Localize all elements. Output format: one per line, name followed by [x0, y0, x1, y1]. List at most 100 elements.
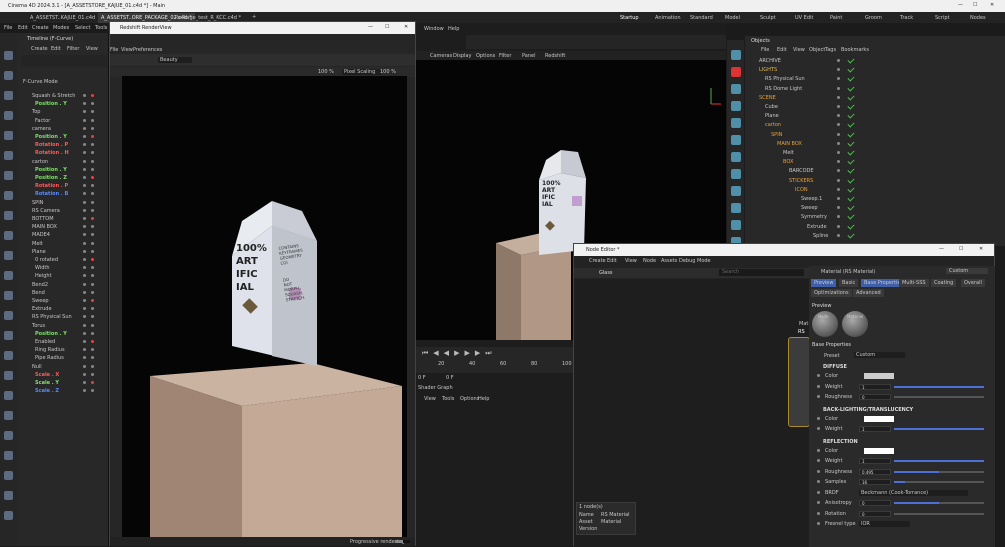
track-dot[interactable] [91, 274, 94, 278]
rs-menu-preferences[interactable]: Preferences [133, 47, 162, 53]
track-dot[interactable] [91, 348, 94, 352]
keyframe-dot[interactable] [817, 448, 820, 452]
prop-tab-basic[interactable]: Basic [839, 279, 859, 287]
track-1[interactable]: Position . Y [35, 101, 67, 107]
track-dot[interactable] [91, 356, 94, 360]
track-24[interactable]: Bend [32, 290, 45, 296]
color-swatch[interactable] [864, 373, 894, 379]
slider-track[interactable] [939, 470, 984, 473]
prop-tab-advanced[interactable]: Advanced [853, 289, 884, 297]
workspace-tab-paint[interactable]: Paint [830, 15, 842, 21]
prop-select-brdf[interactable]: Beckmann (Cook-Torrance) [859, 489, 969, 496]
object-tool-icon[interactable] [731, 67, 741, 77]
object-item-6[interactable]: Plane [765, 113, 779, 119]
track-25[interactable]: Sweep [32, 298, 49, 304]
prop-value-diffuse_weight[interactable]: 1 [859, 383, 891, 390]
ne-minimize-icon[interactable]: — [939, 246, 944, 252]
sg-menu-view[interactable]: View [424, 396, 436, 402]
track-31[interactable]: Ring Radius [35, 347, 65, 353]
track-dot[interactable] [91, 225, 94, 229]
visibility-dot[interactable] [837, 178, 840, 182]
object-item-14[interactable]: ICON [795, 187, 808, 193]
value-slider[interactable] [894, 481, 905, 483]
keyframe-dot[interactable] [817, 480, 820, 483]
visibility-dot[interactable] [837, 95, 840, 99]
tool-icon[interactable] [4, 111, 13, 120]
tl-menu-create[interactable]: Create [31, 46, 48, 52]
tool-icon[interactable] [4, 171, 13, 180]
prop-tab-preview[interactable]: Preview [811, 279, 837, 287]
track-dot[interactable] [83, 331, 86, 335]
tool-icon[interactable] [4, 151, 13, 160]
track-dot[interactable] [83, 159, 86, 163]
object-item-13[interactable]: STICKERS [789, 178, 813, 184]
track-dot[interactable] [91, 249, 94, 253]
object-tool-icon[interactable] [731, 220, 741, 230]
enabled-check-icon[interactable] [847, 176, 855, 184]
tool-icon[interactable] [4, 71, 13, 80]
track-dot[interactable] [83, 167, 86, 171]
rs-pixel-scaling[interactable]: Pixel Scaling [342, 69, 382, 75]
object-item-18[interactable]: Extrude [807, 224, 827, 230]
visibility-dot[interactable] [837, 215, 840, 219]
track-29[interactable]: Position . Y [35, 331, 67, 337]
object-item-16[interactable]: Sweep [801, 205, 818, 211]
track-dot[interactable] [83, 143, 86, 147]
visibility-dot[interactable] [837, 206, 840, 210]
section-reflection[interactable]: REFLECTION [823, 439, 858, 445]
menu-edit[interactable]: Edit [18, 25, 28, 31]
ne-menu-edit[interactable]: Edit [607, 258, 617, 264]
prop-select-fresnel[interactable]: IOR [859, 521, 910, 527]
object-item-5[interactable]: Cube [765, 104, 778, 110]
enabled-check-icon[interactable] [847, 222, 855, 230]
track-dot[interactable] [83, 381, 86, 384]
object-item-8[interactable]: SPIN [771, 132, 782, 138]
keyframe-dot[interactable] [817, 395, 820, 398]
workspace-tab-track[interactable]: Track [900, 15, 913, 21]
menu-file[interactable]: File [4, 25, 12, 31]
section-backlight[interactable]: BACK-LIGHTING/TRANSLUCENCY [823, 407, 913, 413]
object-tool-icon[interactable] [731, 84, 741, 94]
ne-menu-node[interactable]: Node [643, 258, 656, 264]
track-dot[interactable] [91, 299, 94, 302]
track-dot[interactable] [83, 110, 86, 114]
track-dot[interactable] [83, 258, 86, 261]
track-dot[interactable] [91, 118, 94, 122]
vp-menu-cameras[interactable]: Cameras [430, 53, 452, 59]
track-dot[interactable] [91, 364, 94, 368]
track-dot[interactable] [91, 241, 94, 245]
prop-tab-multi-sss[interactable]: Multi-SSS [899, 279, 929, 287]
enabled-check-icon[interactable] [847, 120, 855, 128]
menu-create[interactable]: Create [32, 25, 49, 31]
object-item-3[interactable]: RS Dome Light [765, 86, 802, 92]
workspace-tab-standard[interactable]: Standard [690, 15, 713, 21]
ne-close-icon[interactable]: ✕ [979, 246, 983, 252]
object-tool-icon[interactable] [731, 101, 741, 111]
workspace-tab-uv-edit[interactable]: UV Edit [795, 15, 813, 21]
object-tool-icon[interactable] [731, 50, 741, 60]
object-item-10[interactable]: Melt [783, 150, 794, 156]
workspace-tab-startup[interactable]: Startup [620, 15, 639, 21]
track-5[interactable]: Position . Y [35, 134, 67, 140]
track-dot[interactable] [91, 340, 94, 343]
enabled-check-icon[interactable] [847, 84, 855, 92]
object-item-15[interactable]: Sweep.1 [801, 196, 822, 202]
track-7[interactable]: Rotation . H [35, 150, 69, 156]
object-item-11[interactable]: BOX [783, 159, 793, 165]
prop-value-bl_weight[interactable]: 1 [859, 426, 891, 432]
object-item-19[interactable]: Spline [813, 233, 828, 239]
object-item-4[interactable]: SCENE [759, 95, 776, 101]
tool-icon[interactable] [4, 131, 13, 140]
visibility-dot[interactable] [837, 59, 840, 62]
rs-zoom-2[interactable]: 100 % [380, 69, 396, 75]
sg-menu-options[interactable]: Options [460, 396, 479, 402]
track-dot[interactable] [91, 102, 94, 106]
track-dot[interactable] [83, 274, 86, 278]
track-dot[interactable] [83, 389, 86, 393]
track-28[interactable]: Torus [32, 323, 45, 329]
track-dot[interactable] [83, 249, 86, 253]
slider-track[interactable] [939, 502, 984, 504]
tool-icon[interactable] [4, 271, 13, 280]
track-15[interactable]: BOTTOM [32, 216, 54, 222]
visibility-dot[interactable] [837, 141, 840, 145]
